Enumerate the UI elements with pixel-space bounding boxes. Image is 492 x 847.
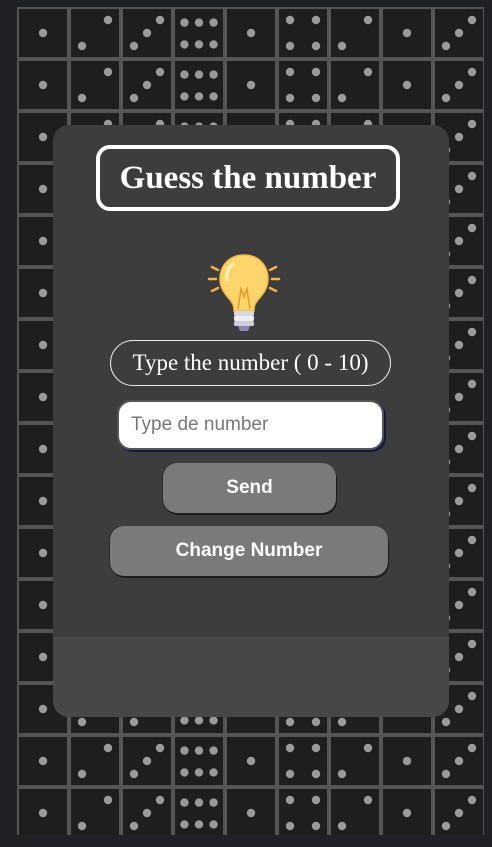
send-button[interactable]: Send: [163, 463, 336, 513]
game-card: Guess the number Type the number ( 0 - 1…: [53, 125, 449, 717]
lightbulb-icon: [206, 249, 282, 335]
number-input[interactable]: [117, 400, 384, 450]
hint-label: Type the number ( 0 - 10): [110, 340, 391, 386]
card-footer: [53, 637, 449, 717]
page-title: Guess the number: [96, 145, 400, 211]
change-number-button[interactable]: Change Number: [110, 526, 388, 576]
